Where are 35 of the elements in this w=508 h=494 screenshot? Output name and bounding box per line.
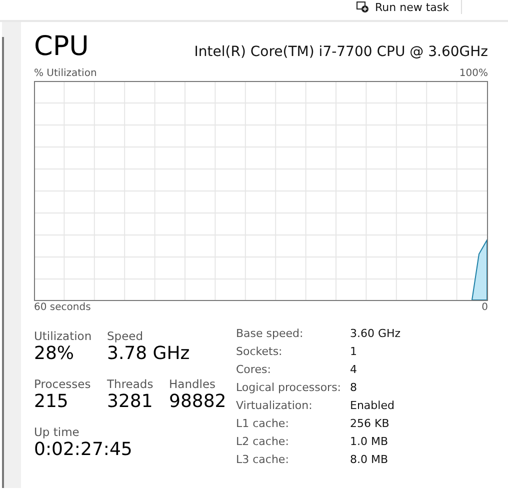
stat-value: 3.78 GHz bbox=[107, 343, 191, 365]
detail-label: L1 cache: bbox=[236, 416, 290, 432]
axis-label: % Utilization bbox=[34, 67, 97, 81]
axis-label: 100% bbox=[459, 67, 488, 81]
detail-value: Enabled bbox=[350, 398, 396, 414]
detail-value: 1.0 MB bbox=[350, 434, 390, 450]
detail-label: L2 cache: bbox=[236, 434, 290, 450]
detail-label: Logical processors: bbox=[236, 380, 342, 396]
page-title: CPU bbox=[34, 32, 89, 62]
stat-label: Speed bbox=[107, 329, 144, 343]
run-task-button[interactable]: Run new task bbox=[344, 0, 462, 14]
stat-label: Processes bbox=[34, 377, 92, 391]
stat-value: 0:02:27:45 bbox=[34, 439, 134, 461]
processor-name: Intel(R) Core(TM) i7-7700 CPU @ 3.60GHz bbox=[194, 44, 488, 62]
detail-label: L3 cache: bbox=[236, 452, 290, 468]
run-task-icon bbox=[356, 1, 370, 13]
stat-value: 3281 bbox=[107, 391, 154, 413]
detail-label: Sockets: bbox=[236, 344, 284, 360]
stat-value: 28% bbox=[34, 343, 76, 365]
detail-value: 256 KB bbox=[350, 416, 390, 432]
detail-value: 8.0 MB bbox=[350, 452, 390, 468]
stat-value: 215 bbox=[34, 391, 70, 413]
detail-value: 3.60 GHz bbox=[350, 326, 401, 342]
detail-label: Virtualization: bbox=[236, 398, 314, 414]
axis-label: 60 seconds bbox=[34, 301, 91, 315]
axis-label: 0 bbox=[482, 301, 488, 315]
detail-value: 8 bbox=[350, 380, 358, 396]
detail-label: Cores: bbox=[236, 362, 272, 378]
stat-label: Handles bbox=[169, 377, 217, 391]
detail-value: 1 bbox=[350, 344, 358, 360]
detail-value: 4 bbox=[350, 362, 358, 378]
stat-label: Threads bbox=[107, 377, 154, 391]
stat-label: Up time bbox=[34, 425, 80, 439]
detail-label: Base speed: bbox=[236, 326, 304, 342]
stat-label: Utilization bbox=[34, 329, 93, 343]
